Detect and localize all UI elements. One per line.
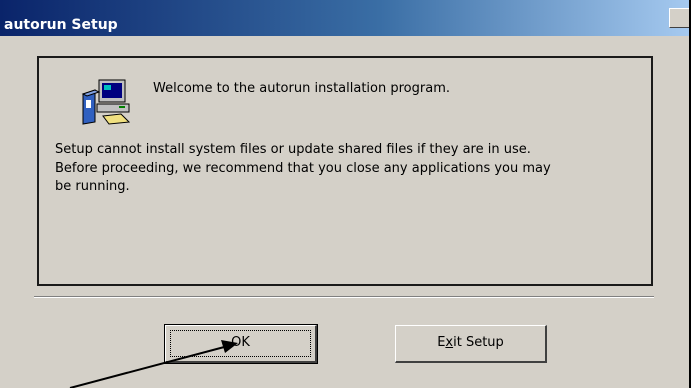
separator xyxy=(34,296,654,298)
title-bar-button[interactable] xyxy=(669,8,691,28)
instructions-line: Setup cannot install system files or upd… xyxy=(55,142,531,157)
setup-dialog: autorun Setup Welcome to the autorun ins… xyxy=(0,0,691,388)
instructions-text: Setup cannot install system files or upd… xyxy=(55,141,645,197)
focus-rectangle xyxy=(170,330,311,357)
mnemonic-letter: x xyxy=(445,335,454,350)
instructions-line: Before proceeding, we recommend that you… xyxy=(55,160,551,176)
exit-setup-button[interactable]: Exit Setup xyxy=(395,325,547,363)
welcome-panel: Welcome to the autorun installation prog… xyxy=(37,56,653,286)
exit-setup-label: Exit Setup xyxy=(437,335,504,350)
welcome-text: Welcome to the autorun installation prog… xyxy=(153,81,450,96)
window-title: autorun Setup xyxy=(4,17,118,33)
instructions-line: be running. xyxy=(55,179,130,194)
title-bar[interactable]: autorun Setup xyxy=(0,0,691,36)
ok-button[interactable]: OK xyxy=(164,324,318,364)
setup-computer-icon xyxy=(81,79,131,125)
